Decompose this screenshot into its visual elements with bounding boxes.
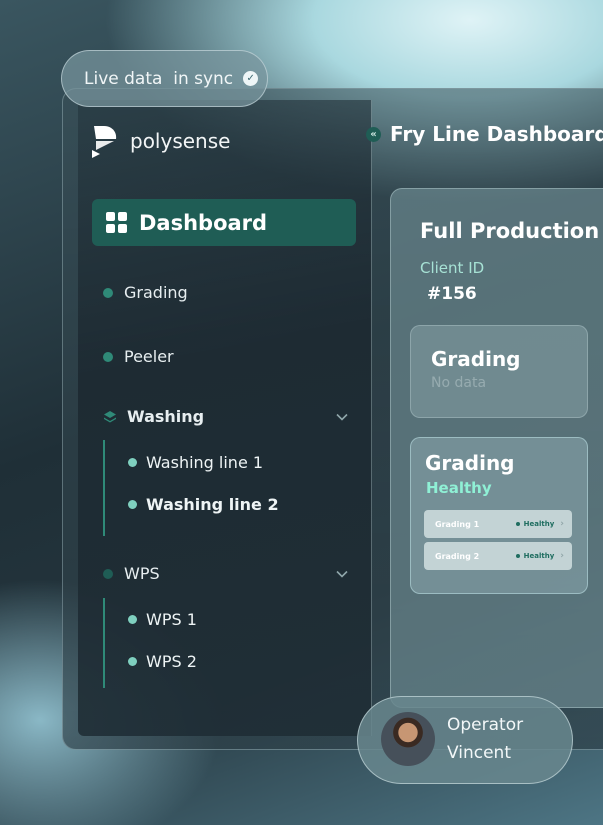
sidebar-item-label: Grading bbox=[124, 283, 188, 302]
chevron-down-icon[interactable] bbox=[335, 567, 349, 581]
status-badge: Healthy bbox=[515, 552, 554, 560]
operator-role: Operator bbox=[447, 715, 524, 735]
sync-status-label: Live data in sync bbox=[84, 68, 234, 89]
chevron-right-icon: › bbox=[560, 551, 564, 561]
sidebar-subitem-washing-line-1[interactable]: Washing line 1 bbox=[128, 453, 263, 472]
sidebar-group-label: WPS bbox=[124, 564, 160, 583]
grading-card-title: Grading bbox=[425, 451, 515, 475]
sidebar-subitem-label: Washing line 2 bbox=[146, 495, 279, 514]
sidebar-item-grading[interactable]: Grading bbox=[103, 283, 188, 302]
grid-icon bbox=[106, 212, 127, 233]
status-badge: Healthy bbox=[515, 520, 554, 528]
sidebar-group-wps[interactable]: WPS bbox=[103, 564, 160, 583]
dot-icon bbox=[103, 351, 113, 362]
sidebar-subitem-wps-2[interactable]: WPS 2 bbox=[128, 652, 197, 671]
grading-row-label: Grading 2 bbox=[435, 551, 480, 561]
operator-name: Vincent bbox=[447, 743, 511, 763]
page-header: « Fry Line Dashboard bbox=[366, 122, 603, 146]
sync-status-badge: Live data in sync ✓ bbox=[61, 50, 268, 107]
grading-card-empty[interactable] bbox=[410, 325, 588, 418]
sidebar-subitem-label: Washing line 1 bbox=[146, 453, 264, 472]
client-id-value: #156 bbox=[427, 284, 477, 304]
tree-connector bbox=[103, 598, 105, 688]
grading-card-empty-text: No data bbox=[431, 375, 487, 391]
sidebar-item-peeler[interactable]: Peeler bbox=[103, 347, 174, 366]
sidebar-group-label: Washing bbox=[127, 407, 205, 426]
sidebar-group-washing[interactable]: Washing bbox=[103, 407, 204, 426]
chevrons-left-icon[interactable]: « bbox=[366, 126, 381, 142]
sidebar-subitem-washing-line-2[interactable]: Washing line 2 bbox=[128, 495, 279, 514]
client-id-label: Client ID bbox=[420, 259, 485, 277]
dot-icon bbox=[128, 657, 137, 666]
polysense-logo-icon bbox=[90, 124, 118, 158]
tree-connector bbox=[103, 440, 105, 536]
brand-logo[interactable]: polysense bbox=[90, 124, 230, 158]
production-title: Full Production bbox=[420, 219, 600, 243]
layers-icon bbox=[104, 410, 116, 422]
check-circle-icon: ✓ bbox=[243, 71, 259, 86]
dot-icon bbox=[128, 615, 137, 624]
grading-card-title: Grading bbox=[431, 347, 521, 371]
sidebar-item-label: Peeler bbox=[124, 347, 174, 366]
sidebar-item-label: Dashboard bbox=[139, 210, 268, 235]
chevron-down-icon[interactable] bbox=[335, 410, 349, 424]
sidebar-subitem-label: WPS 2 bbox=[146, 652, 197, 671]
avatar bbox=[381, 712, 435, 766]
brand-name: polysense bbox=[130, 129, 231, 153]
dot-icon bbox=[128, 500, 137, 509]
grading-row[interactable]: Grading 1 Healthy › bbox=[424, 510, 572, 538]
page-title: Fry Line Dashboard bbox=[390, 122, 603, 146]
dot-icon bbox=[128, 458, 137, 467]
sidebar-item-dashboard[interactable]: Dashboard bbox=[92, 199, 356, 246]
grading-status: Healthy bbox=[426, 479, 492, 497]
sidebar-subitem-wps-1[interactable]: WPS 1 bbox=[128, 610, 197, 629]
chevron-right-icon: › bbox=[560, 519, 564, 529]
sidebar-subitem-label: WPS 1 bbox=[146, 610, 197, 629]
dot-icon bbox=[103, 568, 113, 579]
grading-row[interactable]: Grading 2 Healthy › bbox=[424, 542, 572, 570]
grading-row-label: Grading 1 bbox=[435, 519, 480, 529]
dot-icon bbox=[103, 287, 113, 298]
